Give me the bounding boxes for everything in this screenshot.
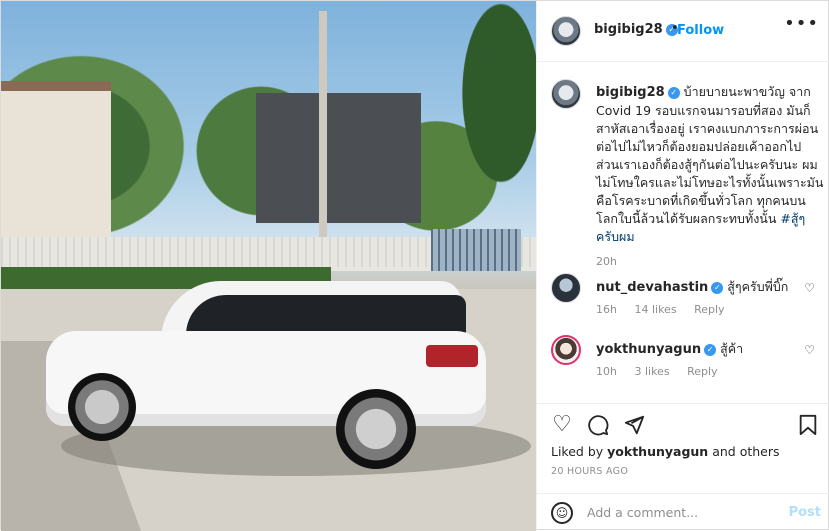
comment-meta: 10h 3 likes Reply [596, 365, 732, 378]
commenter-avatar[interactable] [551, 335, 581, 365]
add-comment-bar: ☺ Post [537, 493, 829, 531]
instagram-post: bigibig28 ✓ • Follow ••• bigibig28 ✓ บ้ายบ… [0, 0, 829, 531]
building-center [256, 93, 421, 223]
comment-like-heart-icon[interactable]: ♡ [804, 343, 815, 357]
more-horizontal-icon[interactable]: ••• [784, 13, 819, 34]
save-bookmark-icon[interactable] [795, 412, 821, 438]
reply-button[interactable]: Reply [687, 365, 717, 378]
caption-time: 20h [596, 255, 617, 268]
post-actions: ♡ Liked by yokthunyagun and others 20 HO… [537, 403, 829, 493]
verified-icon: ✓ [711, 282, 724, 294]
caption-text: bigibig28 ✓ บ้ายบายนะพาขวัญ จาก Covid 19 … [596, 83, 826, 246]
like-heart-icon[interactable]: ♡ [549, 412, 575, 438]
rear-wheel [336, 389, 416, 469]
verified-icon: ✓ [667, 87, 680, 99]
comment-like-heart-icon[interactable]: ♡ [804, 281, 815, 295]
comment-body: สู้ค้า [720, 341, 744, 356]
emoji-icon[interactable]: ☺ [551, 502, 573, 524]
comment-time: 10h [596, 365, 617, 378]
tree-far-right [441, 1, 536, 231]
post-comment-button[interactable]: Post [789, 505, 821, 520]
post-sidebar: bigibig28 ✓ • Follow ••• bigibig28 ✓ บ้ายบ… [536, 1, 829, 531]
comment-time: 16h [596, 303, 617, 316]
author-username[interactable]: bigibig28 ✓ [594, 22, 678, 37]
front-wheel [68, 373, 136, 441]
post-time: 20 HOURS AGO [551, 466, 629, 477]
comment-item: yokthunyagun ✓ สู้ค้า 10h 3 likes Reply ♡ [551, 335, 821, 395]
reply-button[interactable]: Reply [694, 303, 724, 316]
gate [431, 229, 521, 271]
commenter-username[interactable]: nut_devahastin ✓ [596, 280, 724, 295]
comments-section: bigibig28 ✓ บ้ายบายนะพาขวัญ จาก Covid 19 … [537, 63, 829, 403]
house-left [1, 81, 111, 241]
verified-icon: ✓ [704, 344, 717, 356]
add-comment-input[interactable] [587, 505, 767, 520]
comment-item: nut_devahastin ✓ สู้ๆครับพี่บิ๊ก 16h 14 l… [551, 273, 821, 333]
author-avatar[interactable] [551, 16, 581, 46]
post-photo[interactable] [1, 1, 536, 531]
comment-meta: 16h 14 likes Reply [596, 303, 739, 316]
liked-by-user[interactable]: yokthunyagun [607, 444, 708, 459]
comment-likes[interactable]: 3 likes [634, 365, 669, 378]
commenter-avatar[interactable] [551, 273, 581, 303]
comment-text: yokthunyagun ✓ สู้ค้า [596, 339, 743, 359]
utility-pole [319, 11, 327, 266]
caption-avatar[interactable] [551, 79, 581, 109]
comment-bubble-icon[interactable] [585, 412, 611, 438]
caption-body: บ้ายบายนะพาขวัญ จาก Covid 19 รอบแรกจนมาร… [596, 84, 824, 226]
post-header: bigibig28 ✓ • Follow ••• [537, 1, 829, 62]
comment-likes[interactable]: 14 likes [634, 303, 676, 316]
share-send-icon[interactable] [621, 412, 647, 438]
commenter-username[interactable]: yokthunyagun ✓ [596, 342, 717, 357]
comment-body: สู้ๆครับพี่บิ๊ก [727, 279, 789, 294]
follow-button[interactable]: Follow [677, 23, 724, 38]
liked-by: Liked by yokthunyagun and others [551, 444, 780, 459]
white-suv [46, 281, 486, 469]
caption-username[interactable]: bigibig28 ✓ [596, 85, 680, 100]
tail-light [426, 345, 478, 367]
comment-text: nut_devahastin ✓ สู้ๆครับพี่บิ๊ก [596, 277, 788, 297]
